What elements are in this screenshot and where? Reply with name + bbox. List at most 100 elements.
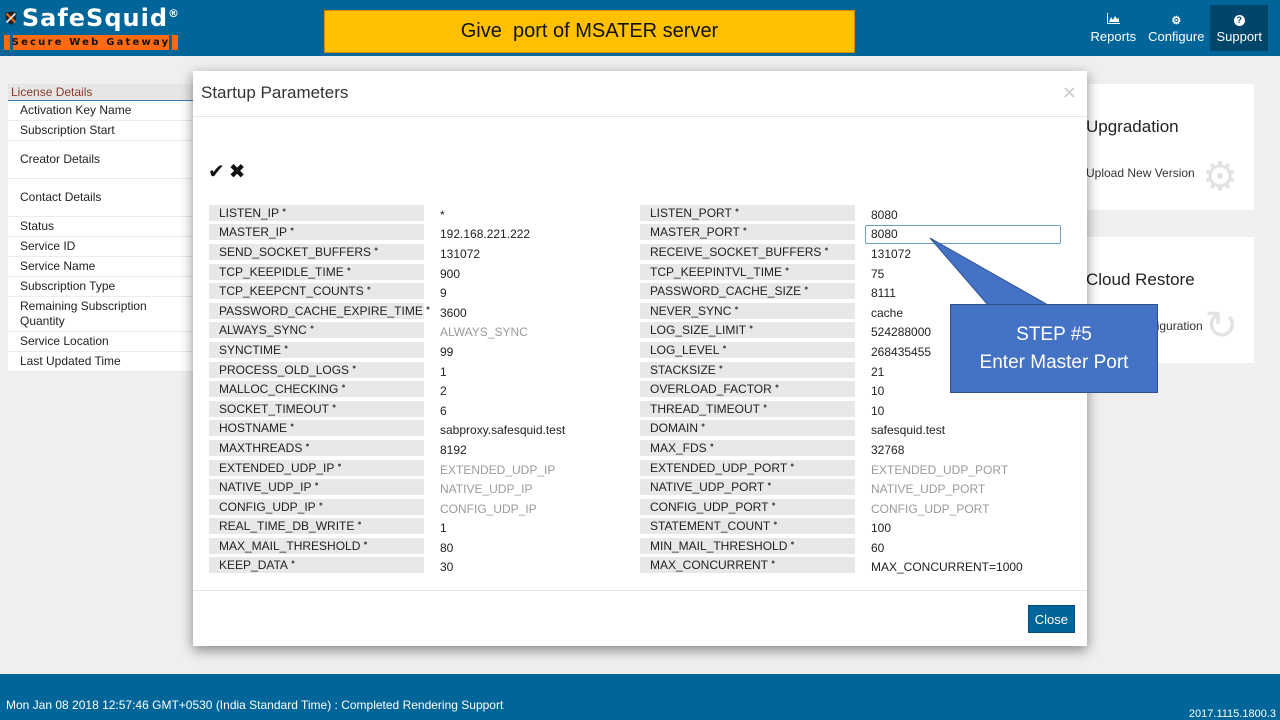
info-icon[interactable]: ●	[824, 246, 828, 253]
param-value[interactable]: CONFIG_UDP_IP	[440, 498, 537, 516]
param-value[interactable]: EXTENDED_UDP_PORT	[871, 459, 1008, 477]
nav-reports[interactable]: Reports	[1085, 5, 1143, 51]
param-value[interactable]: 2	[440, 380, 447, 398]
info-icon[interactable]: ●	[771, 559, 775, 566]
safesquid-logo[interactable]: SafeSquid® Secure Web Gateway	[4, 3, 180, 53]
checkmark-icon[interactable]: ✔	[208, 160, 225, 182]
param-value[interactable]: 1	[440, 517, 447, 535]
param-value[interactable]: 21	[871, 361, 884, 379]
info-icon[interactable]: ●	[352, 364, 356, 371]
close-button[interactable]: Close	[1027, 605, 1075, 633]
param-value[interactable]: MAX_CONCURRENT=1000	[871, 556, 1023, 574]
param-value[interactable]: 30	[440, 556, 453, 574]
info-icon[interactable]: ●	[347, 266, 351, 273]
info-icon[interactable]: ●	[734, 305, 738, 312]
param-value[interactable]: EXTENDED_UDP_IP	[440, 459, 555, 477]
info-icon[interactable]: ●	[290, 422, 294, 429]
info-icon[interactable]: ●	[426, 305, 430, 312]
param-value[interactable]: CONFIG_UDP_PORT	[871, 498, 989, 516]
info-icon[interactable]: ●	[710, 442, 714, 449]
info-icon[interactable]: ●	[357, 520, 361, 527]
param-value[interactable]: safesquid.test	[871, 419, 945, 437]
upgradation-card[interactable]: Upgradation Upload New Version ⚙	[1060, 84, 1254, 210]
info-icon[interactable]: ●	[341, 383, 345, 390]
param-value[interactable]: ALWAYS_SYNC	[440, 321, 528, 339]
sidebar-item-service-name: Service Name	[8, 257, 194, 277]
info-icon[interactable]: ●	[290, 226, 294, 233]
sidebar-item-subscription-type: Subscription Type	[8, 277, 194, 297]
info-icon[interactable]: ●	[743, 226, 747, 233]
param-row-max-concurrent: MAX_CONCURRENT ● MAX_CONCURRENT=1000	[640, 556, 1061, 576]
param-value[interactable]: 8192	[440, 439, 467, 457]
param-value[interactable]: 9	[440, 282, 447, 300]
param-row-extended-udp-ip: EXTENDED_UDP_IP ● EXTENDED_UDP_IP	[209, 458, 565, 478]
param-label: THREAD_TIMEOUT ●	[640, 400, 855, 417]
param-name: NATIVE_UDP_PORT	[650, 480, 765, 495]
param-input-master-port[interactable]	[865, 224, 1061, 244]
info-icon[interactable]: ●	[804, 285, 808, 292]
param-value[interactable]: 10	[871, 400, 884, 418]
param-name: TCP_KEEPIDLE_TIME	[219, 264, 344, 279]
info-icon[interactable]: ●	[763, 403, 767, 410]
param-value[interactable]: 131072	[871, 243, 911, 261]
param-value[interactable]: 3600	[440, 302, 467, 320]
info-icon[interactable]: ●	[374, 246, 378, 253]
info-icon[interactable]: ●	[337, 462, 341, 469]
param-value[interactable]: 32768	[871, 439, 904, 457]
info-icon[interactable]: ●	[719, 364, 723, 371]
nav-support[interactable]: ? Support	[1210, 5, 1268, 51]
param-value[interactable]: 60	[871, 537, 884, 555]
param-value[interactable]: NATIVE_UDP_PORT	[871, 478, 985, 496]
param-value[interactable]: 8111	[871, 282, 896, 300]
info-icon[interactable]: ●	[305, 442, 309, 449]
card-subtitle[interactable]: Upload New Version	[1086, 166, 1195, 180]
info-icon[interactable]: ●	[282, 207, 286, 214]
param-value[interactable]: 75	[871, 263, 884, 281]
param-value[interactable]: *	[440, 204, 445, 222]
param-value[interactable]: 192.168.221.222	[440, 223, 530, 241]
param-label: ALWAYS_SYNC ●	[209, 322, 424, 339]
param-value[interactable]: 268435455	[871, 341, 931, 359]
param-row-keep-data: KEEP_DATA ● 30	[209, 556, 565, 576]
info-icon[interactable]: ●	[790, 462, 794, 469]
param-value[interactable]: NATIVE_UDP_IP	[440, 478, 532, 496]
cross-icon[interactable]: ✖	[229, 160, 246, 182]
info-icon[interactable]: ●	[310, 324, 314, 331]
info-icon[interactable]: ●	[767, 481, 771, 488]
param-value[interactable]: 900	[440, 263, 460, 281]
param-value[interactable]: sabproxy.safesquid.test	[440, 419, 565, 437]
info-icon[interactable]: ●	[284, 344, 288, 351]
info-icon[interactable]: ●	[771, 501, 775, 508]
info-icon[interactable]: ●	[332, 403, 336, 410]
param-value[interactable]: cache	[871, 302, 903, 320]
param-value[interactable]: 8080	[871, 204, 898, 222]
info-icon[interactable]: ●	[785, 266, 789, 273]
info-icon[interactable]: ●	[775, 383, 779, 390]
close-icon[interactable]: ×	[1062, 84, 1077, 102]
info-icon[interactable]: ●	[749, 324, 753, 331]
info-icon[interactable]: ●	[291, 559, 295, 566]
info-icon[interactable]: ●	[773, 520, 777, 527]
info-icon[interactable]: ●	[363, 540, 367, 547]
info-icon[interactable]: ●	[790, 540, 794, 547]
info-icon[interactable]: ●	[735, 207, 739, 214]
param-value[interactable]: 524288000	[871, 321, 931, 339]
param-label: MIN_MAIL_THRESHOLD ●	[640, 537, 855, 554]
info-icon[interactable]: ●	[367, 285, 371, 292]
sidebar-heading[interactable]: License Details	[8, 84, 194, 101]
info-icon[interactable]: ●	[722, 344, 726, 351]
info-icon[interactable]: ●	[314, 481, 318, 488]
param-row-native-udp-port: NATIVE_UDP_PORT ● NATIVE_UDP_PORT	[640, 477, 1061, 497]
param-value[interactable]: 1	[440, 361, 447, 379]
param-value[interactable]: 80	[440, 537, 453, 555]
param-value[interactable]: 99	[440, 341, 453, 359]
param-value[interactable]: 6	[440, 400, 447, 418]
param-value[interactable]: 100	[871, 517, 891, 535]
license-sidebar: License Details Activation Key Name Subs…	[8, 84, 194, 372]
nav-configure[interactable]: ⚙ Configure	[1142, 5, 1210, 51]
param-label: TCP_KEEPIDLE_TIME ●	[209, 263, 424, 280]
info-icon[interactable]: ●	[701, 422, 705, 429]
info-icon[interactable]: ●	[319, 501, 323, 508]
param-value[interactable]: 10	[871, 380, 884, 398]
param-value[interactable]: 131072	[440, 243, 480, 261]
